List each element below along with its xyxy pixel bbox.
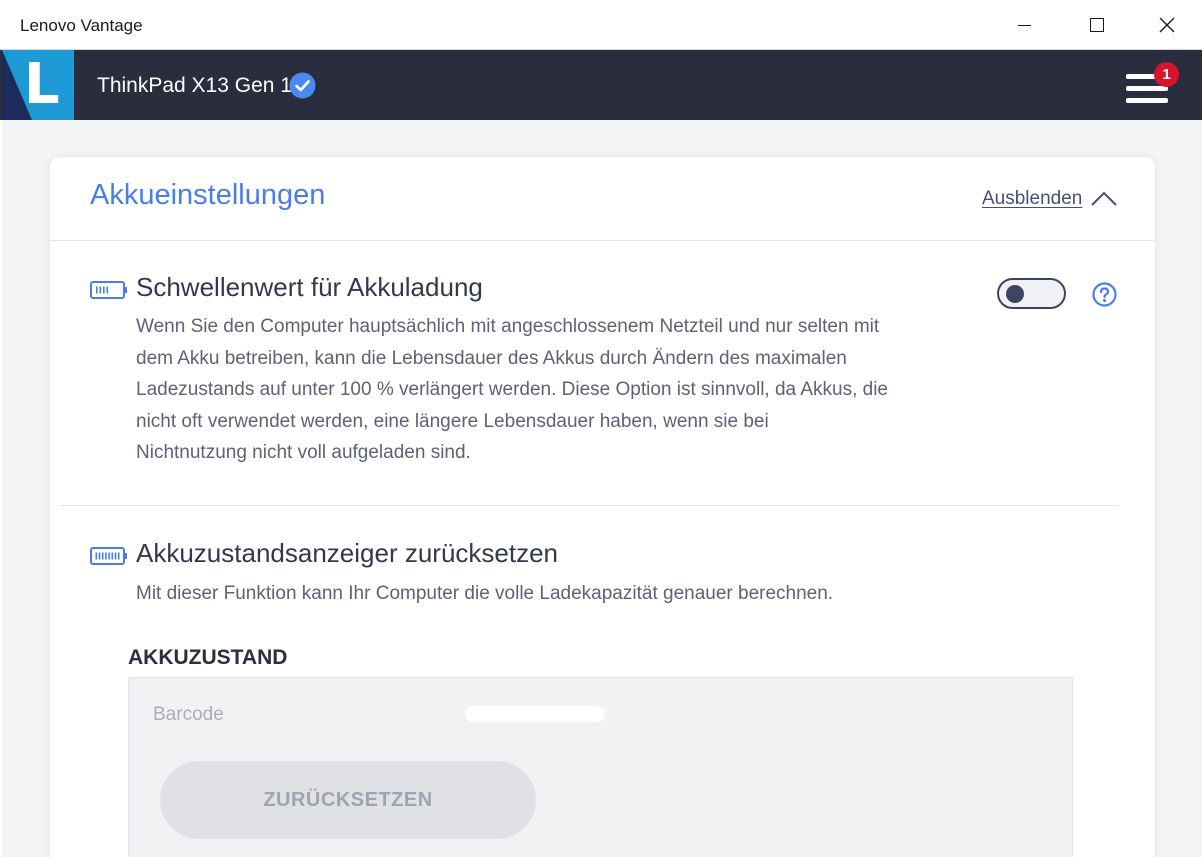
gauge-reset-title: Akkuzustandsanzeiger zurücksetzen xyxy=(136,538,559,568)
battery-full-icon xyxy=(90,547,127,565)
gauge-reset-description: Mit dieser Funktion kann Ihr Computer di… xyxy=(136,583,834,604)
toggle-knob xyxy=(1006,285,1024,303)
device-name: ThinkPad X13 Gen 1 xyxy=(97,74,292,97)
divider xyxy=(50,240,1155,241)
collapse-label[interactable]: Ausblenden xyxy=(982,188,1082,210)
threshold-toggle[interactable] xyxy=(997,278,1066,309)
verified-check-icon xyxy=(289,72,316,99)
window-titlebar: Lenovo Vantage xyxy=(0,0,1202,50)
description-line: Ladezustands auf unter 100 % verlängert … xyxy=(136,379,888,400)
window-edge xyxy=(0,120,2,857)
close-icon xyxy=(1159,17,1174,33)
notification-badge: 1 xyxy=(1154,62,1179,87)
battery-settings-card: Akkueinstellungen Ausblenden Schwellenwe… xyxy=(50,157,1155,857)
battery-status-heading: AKKUZUSTAND xyxy=(128,646,288,669)
threshold-description: Wenn Sie den Computer hauptsächlich mit … xyxy=(136,311,936,469)
reset-button[interactable]: ZURÜCKSETZEN xyxy=(160,761,536,839)
logo-letter: L xyxy=(24,52,60,117)
menu-icon-line xyxy=(1126,98,1168,103)
maximize-button[interactable] xyxy=(1062,0,1131,50)
description-line: nicht oft verwendet werden, eine längere… xyxy=(136,410,769,432)
description-line: Nichtnutzung nicht voll aufgeladen sind. xyxy=(136,442,471,463)
threshold-title: Schwellenwert für Akkuladung xyxy=(136,272,483,302)
card-title: Akkueinstellungen xyxy=(90,179,326,211)
battery-low-icon xyxy=(90,281,127,299)
menu-icon-line xyxy=(1126,86,1168,91)
redacted-barcode-value xyxy=(465,706,605,722)
maximize-icon xyxy=(1089,18,1104,32)
hamburger-menu-button[interactable]: 1 xyxy=(1122,60,1179,110)
help-icon[interactable] xyxy=(1092,282,1117,307)
collapse-toggle[interactable]: Ausblenden xyxy=(982,188,1118,210)
description-line: Wenn Sie den Computer hauptsächlich mit … xyxy=(136,316,880,337)
close-button[interactable] xyxy=(1132,0,1201,50)
battery-status-panel: Barcode ZURÜCKSETZEN xyxy=(128,677,1073,857)
barcode-label: Barcode xyxy=(153,704,224,725)
minimize-button[interactable] xyxy=(990,0,1059,50)
lenovo-vantage-logo[interactable]: L xyxy=(2,50,74,120)
description-line: dem Akku betreiben, kann die Lebensdauer… xyxy=(136,347,847,369)
divider xyxy=(61,505,1118,506)
chevron-up-icon xyxy=(1091,191,1118,206)
minimize-icon xyxy=(1018,24,1031,26)
app-header: L ThinkPad X13 Gen 1 1 xyxy=(0,50,1202,120)
window-title: Lenovo Vantage xyxy=(20,16,143,35)
